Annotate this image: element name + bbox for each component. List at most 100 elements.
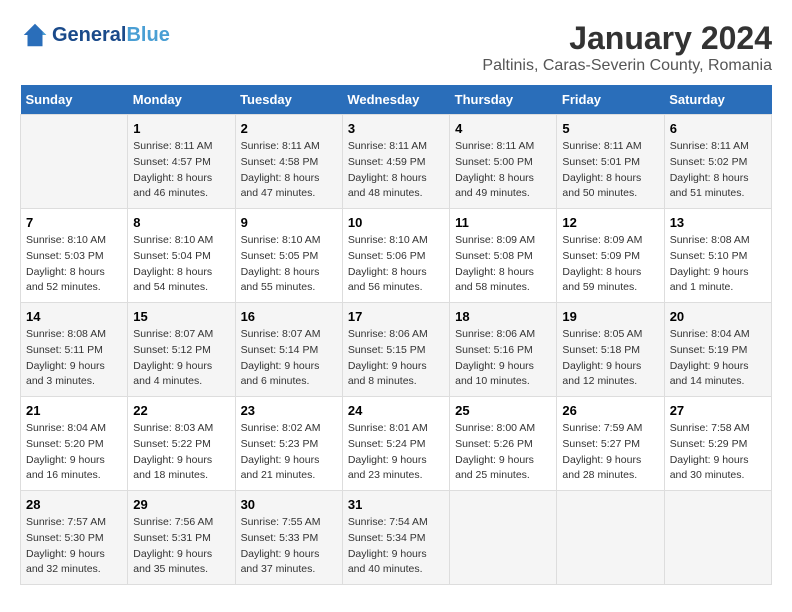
subtitle: Paltinis, Caras-Severin County, Romania bbox=[482, 57, 772, 75]
day-info: Sunrise: 8:10 AMSunset: 5:06 PMDaylight:… bbox=[348, 233, 444, 296]
day-number: 1 bbox=[133, 121, 229, 136]
day-info: Sunrise: 8:11 AMSunset: 5:02 PMDaylight:… bbox=[670, 139, 766, 202]
calendar-week-row: 21 Sunrise: 8:04 AMSunset: 5:20 PMDayligh… bbox=[21, 397, 772, 491]
day-info: Sunrise: 8:11 AMSunset: 4:58 PMDaylight:… bbox=[241, 139, 337, 202]
day-info: Sunrise: 8:06 AMSunset: 5:15 PMDaylight:… bbox=[348, 327, 444, 390]
day-info: Sunrise: 7:57 AMSunset: 5:30 PMDaylight:… bbox=[26, 515, 122, 578]
day-info: Sunrise: 7:55 AMSunset: 5:33 PMDaylight:… bbox=[241, 515, 337, 578]
day-number: 17 bbox=[348, 309, 444, 324]
calendar-week-row: 28Sunrise: 7:57 AMSunset: 5:30 PMDayligh… bbox=[21, 491, 772, 585]
day-info: Sunrise: 8:10 AMSunset: 5:05 PMDaylight:… bbox=[241, 233, 337, 296]
calendar-cell: 3 Sunrise: 8:11 AMSunset: 4:59 PMDaylight… bbox=[342, 115, 449, 209]
calendar-cell bbox=[664, 491, 771, 585]
calendar-cell: 30 Sunrise: 7:55 AMSunset: 5:33 PMDayligh… bbox=[235, 491, 342, 585]
day-number: 31 bbox=[348, 497, 444, 512]
day-info: Sunrise: 8:11 AMSunset: 4:59 PMDaylight:… bbox=[348, 139, 444, 202]
calendar-cell bbox=[450, 491, 557, 585]
day-number: 6 bbox=[670, 121, 766, 136]
day-info: Sunrise: 7:58 AMSunset: 5:29 PMDaylight:… bbox=[670, 421, 766, 484]
calendar-cell: 21 Sunrise: 8:04 AMSunset: 5:20 PMDayligh… bbox=[21, 397, 128, 491]
calendar-table: SundayMondayTuesdayWednesdayThursdayFrid… bbox=[20, 85, 772, 585]
main-title: January 2024 bbox=[482, 20, 772, 57]
calendar-cell: 23 Sunrise: 8:02 AMSunset: 5:23 PMDayligh… bbox=[235, 397, 342, 491]
calendar-cell: 12 Sunrise: 8:09 AMSunset: 5:09 PMDayligh… bbox=[557, 209, 664, 303]
day-info: Sunrise: 8:10 AMSunset: 5:04 PMDaylight:… bbox=[133, 233, 229, 296]
calendar-cell: 11Sunrise: 8:09 AMSunset: 5:08 PMDayligh… bbox=[450, 209, 557, 303]
day-info: Sunrise: 8:07 AMSunset: 5:12 PMDaylight:… bbox=[133, 327, 229, 390]
day-info: Sunrise: 8:11 AMSunset: 5:00 PMDaylight:… bbox=[455, 139, 551, 202]
day-number: 23 bbox=[241, 403, 337, 418]
calendar-cell: 15 Sunrise: 8:07 AMSunset: 5:12 PMDayligh… bbox=[128, 303, 235, 397]
calendar-cell: 22 Sunrise: 8:03 AMSunset: 5:22 PMDayligh… bbox=[128, 397, 235, 491]
day-number: 25 bbox=[455, 403, 551, 418]
calendar-cell: 2 Sunrise: 8:11 AMSunset: 4:58 PMDaylight… bbox=[235, 115, 342, 209]
calendar-cell: 9 Sunrise: 8:10 AMSunset: 5:05 PMDaylight… bbox=[235, 209, 342, 303]
title-area: January 2024 Paltinis, Caras-Severin Cou… bbox=[482, 20, 772, 75]
day-number: 12 bbox=[562, 215, 658, 230]
day-number: 21 bbox=[26, 403, 122, 418]
day-number: 9 bbox=[241, 215, 337, 230]
day-number: 16 bbox=[241, 309, 337, 324]
logo-icon bbox=[20, 20, 50, 50]
day-info: Sunrise: 7:54 AMSunset: 5:34 PMDaylight:… bbox=[348, 515, 444, 578]
day-number: 10 bbox=[348, 215, 444, 230]
day-number: 8 bbox=[133, 215, 229, 230]
calendar-week-row: 7Sunrise: 8:10 AMSunset: 5:03 PMDaylight… bbox=[21, 209, 772, 303]
day-number: 3 bbox=[348, 121, 444, 136]
day-number: 4 bbox=[455, 121, 551, 136]
logo-text-blue: Blue bbox=[126, 24, 169, 47]
calendar-cell: 18 Sunrise: 8:06 AMSunset: 5:16 PMDayligh… bbox=[450, 303, 557, 397]
day-number: 29 bbox=[133, 497, 229, 512]
calendar-week-row: 1 Sunrise: 8:11 AMSunset: 4:57 PMDaylight… bbox=[21, 115, 772, 209]
logo-text-general: General bbox=[52, 24, 126, 47]
calendar-cell: 19Sunrise: 8:05 AMSunset: 5:18 PMDayligh… bbox=[557, 303, 664, 397]
calendar-cell: 5 Sunrise: 8:11 AMSunset: 5:01 PMDaylight… bbox=[557, 115, 664, 209]
page-header: General Blue January 2024 Paltinis, Cara… bbox=[20, 20, 772, 75]
day-number: 15 bbox=[133, 309, 229, 324]
day-info: Sunrise: 8:07 AMSunset: 5:14 PMDaylight:… bbox=[241, 327, 337, 390]
day-number: 30 bbox=[241, 497, 337, 512]
day-number: 22 bbox=[133, 403, 229, 418]
calendar-cell: 6 Sunrise: 8:11 AMSunset: 5:02 PMDaylight… bbox=[664, 115, 771, 209]
day-info: Sunrise: 8:11 AMSunset: 4:57 PMDaylight:… bbox=[133, 139, 229, 202]
day-info: Sunrise: 8:00 AMSunset: 5:26 PMDaylight:… bbox=[455, 421, 551, 484]
weekday-header-sunday: Sunday bbox=[21, 85, 128, 115]
day-number: 18 bbox=[455, 309, 551, 324]
day-info: Sunrise: 8:04 AMSunset: 5:20 PMDaylight:… bbox=[26, 421, 122, 484]
calendar-cell: 1 Sunrise: 8:11 AMSunset: 4:57 PMDaylight… bbox=[128, 115, 235, 209]
calendar-cell: 24 Sunrise: 8:01 AMSunset: 5:24 PMDayligh… bbox=[342, 397, 449, 491]
calendar-cell: 26Sunrise: 7:59 AMSunset: 5:27 PMDayligh… bbox=[557, 397, 664, 491]
calendar-cell: 28Sunrise: 7:57 AMSunset: 5:30 PMDayligh… bbox=[21, 491, 128, 585]
logo: General Blue bbox=[20, 20, 170, 50]
calendar-cell: 31 Sunrise: 7:54 AMSunset: 5:34 PMDayligh… bbox=[342, 491, 449, 585]
calendar-cell: 4 Sunrise: 8:11 AMSunset: 5:00 PMDaylight… bbox=[450, 115, 557, 209]
weekday-header-tuesday: Tuesday bbox=[235, 85, 342, 115]
calendar-cell: 7Sunrise: 8:10 AMSunset: 5:03 PMDaylight… bbox=[21, 209, 128, 303]
day-info: Sunrise: 8:11 AMSunset: 5:01 PMDaylight:… bbox=[562, 139, 658, 202]
day-info: Sunrise: 7:59 AMSunset: 5:27 PMDaylight:… bbox=[562, 421, 658, 484]
calendar-cell bbox=[557, 491, 664, 585]
day-info: Sunrise: 8:03 AMSunset: 5:22 PMDaylight:… bbox=[133, 421, 229, 484]
calendar-cell: 27 Sunrise: 7:58 AMSunset: 5:29 PMDayligh… bbox=[664, 397, 771, 491]
day-info: Sunrise: 8:02 AMSunset: 5:23 PMDaylight:… bbox=[241, 421, 337, 484]
calendar-cell bbox=[21, 115, 128, 209]
calendar-cell: 8 Sunrise: 8:10 AMSunset: 5:04 PMDaylight… bbox=[128, 209, 235, 303]
day-info: Sunrise: 8:01 AMSunset: 5:24 PMDaylight:… bbox=[348, 421, 444, 484]
day-number: 11 bbox=[455, 215, 551, 230]
weekday-header-wednesday: Wednesday bbox=[342, 85, 449, 115]
day-number: 2 bbox=[241, 121, 337, 136]
day-info: Sunrise: 8:04 AMSunset: 5:19 PMDaylight:… bbox=[670, 327, 766, 390]
day-info: Sunrise: 8:08 AMSunset: 5:11 PMDaylight:… bbox=[26, 327, 122, 390]
day-info: Sunrise: 8:09 AMSunset: 5:09 PMDaylight:… bbox=[562, 233, 658, 296]
day-number: 24 bbox=[348, 403, 444, 418]
day-info: Sunrise: 8:06 AMSunset: 5:16 PMDaylight:… bbox=[455, 327, 551, 390]
calendar-week-row: 14Sunrise: 8:08 AMSunset: 5:11 PMDayligh… bbox=[21, 303, 772, 397]
weekday-header-thursday: Thursday bbox=[450, 85, 557, 115]
day-info: Sunrise: 7:56 AMSunset: 5:31 PMDaylight:… bbox=[133, 515, 229, 578]
day-number: 27 bbox=[670, 403, 766, 418]
calendar-cell: 25 Sunrise: 8:00 AMSunset: 5:26 PMDayligh… bbox=[450, 397, 557, 491]
day-number: 7 bbox=[26, 215, 122, 230]
day-number: 5 bbox=[562, 121, 658, 136]
weekday-header-saturday: Saturday bbox=[664, 85, 771, 115]
day-number: 13 bbox=[670, 215, 766, 230]
